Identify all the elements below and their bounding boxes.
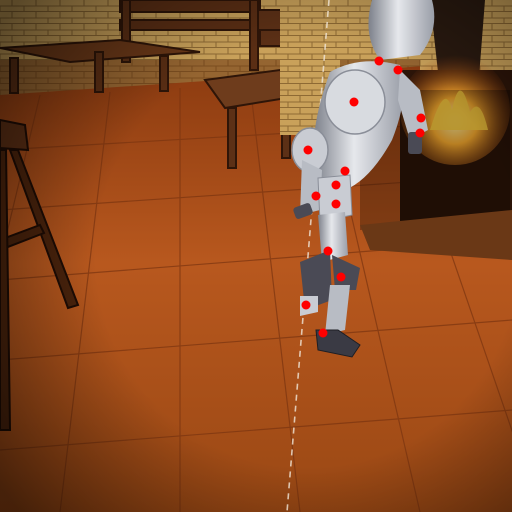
- keypoint-left-shoulder: [303, 145, 313, 155]
- keypoint-left-hip: [311, 191, 321, 201]
- tavern-scene: [0, 0, 512, 512]
- keypoint-right-wrist: [415, 128, 425, 138]
- keypoint-right-hip: [331, 199, 341, 209]
- keypoint-left-knee: [323, 246, 333, 256]
- keypoint-right-elbow: [416, 113, 426, 123]
- keypoint-left-ankle: [301, 300, 311, 310]
- keypoint-right-knee: [336, 272, 346, 282]
- keypoint-left-elbow: [340, 166, 350, 176]
- game-viewport: [0, 0, 512, 512]
- keypoint-chest: [349, 97, 359, 107]
- keypoint-neck: [374, 56, 384, 66]
- keypoint-pelvis: [331, 180, 341, 190]
- keypoint-right-shoulder: [393, 65, 403, 75]
- keypoint-right-ankle: [318, 328, 328, 338]
